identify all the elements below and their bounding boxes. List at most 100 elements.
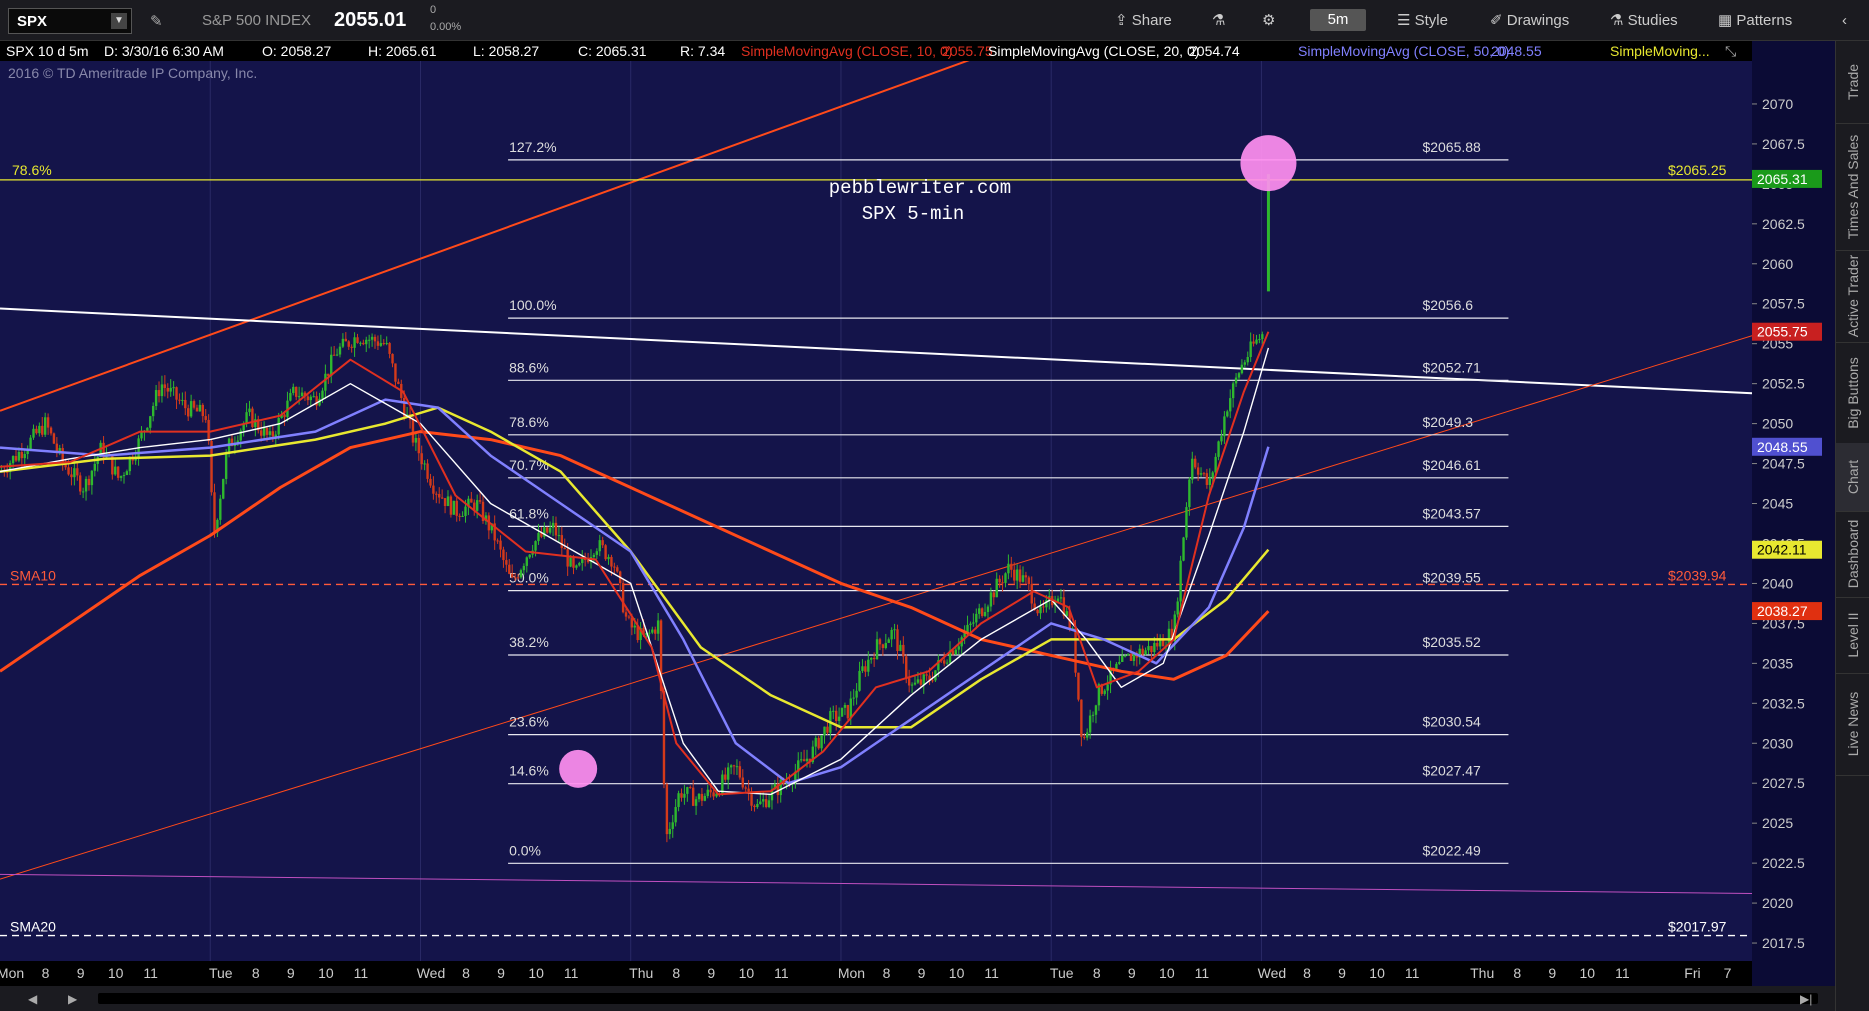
candle-body [890, 629, 893, 640]
x-tick-label: 9 [287, 965, 295, 981]
candle-body [449, 496, 453, 515]
patterns-button[interactable]: ▦ Patterns [1718, 9, 1792, 33]
scroll-thumb[interactable] [98, 993, 1818, 1004]
candle-body [896, 629, 899, 651]
expand-icon[interactable]: ⤡ [1725, 43, 1736, 60]
candle-body [508, 564, 511, 574]
candle-body [887, 639, 890, 643]
candle-body [1240, 364, 1244, 374]
symbol-text: SPX [17, 13, 48, 30]
candle-body [654, 629, 657, 634]
scroll-left-icon[interactable]: ◀ [28, 992, 42, 1006]
candle-body [1086, 732, 1089, 738]
candle-body [1036, 609, 1039, 614]
candle-body [321, 390, 324, 399]
candle-body [1018, 569, 1022, 582]
candle-body [656, 620, 660, 634]
candle-body [762, 799, 765, 802]
pencil-icon[interactable]: ✎ [150, 12, 163, 30]
candle-body [1194, 458, 1197, 468]
plot-background [0, 61, 1752, 986]
sidebar-tab-level-ii[interactable]: Level II [1836, 597, 1869, 674]
y-tick-label: 2032.5 [1762, 695, 1805, 711]
x-tick-label: 10 [1159, 965, 1175, 981]
candle-body [942, 660, 946, 664]
sidebar-tab-dashboard[interactable]: Dashboard [1836, 511, 1869, 598]
info-sma10: SimpleMovingAvg (CLOSE, 10, 0) [741, 43, 953, 59]
sidebar-tab-trade[interactable]: Trade [1836, 41, 1869, 124]
y-tick-label: 2052.5 [1762, 376, 1805, 392]
candle-body [884, 642, 888, 649]
candle-body [671, 822, 674, 829]
symbol-description: S&P 500 INDEX [202, 12, 311, 29]
candle-body [446, 496, 450, 507]
candle-body [1004, 573, 1007, 583]
studies-button[interactable]: ⚗ Studies [1610, 9, 1678, 33]
candle-body [604, 545, 607, 560]
candle-body [149, 416, 152, 428]
candle-body [1231, 383, 1235, 399]
candle-body [1077, 672, 1080, 700]
flask-icon[interactable]: ⚗ [1212, 9, 1225, 33]
candle-body [1123, 655, 1127, 657]
candle-body [1141, 648, 1144, 655]
share-button[interactable]: ⇪ Share [1115, 9, 1172, 33]
collapse-icon[interactable]: ‹ [1842, 9, 1847, 33]
candle-body [14, 456, 18, 461]
candle-body [146, 427, 149, 431]
candle-body [1220, 436, 1223, 442]
style-button[interactable]: ☰ Style [1397, 9, 1448, 33]
gear-icon[interactable]: ⚙ [1262, 9, 1275, 33]
timeframe-selector[interactable]: 5m [1310, 9, 1366, 31]
candle-body [846, 704, 850, 719]
candle-body [554, 522, 558, 536]
candle-body [834, 710, 838, 722]
candle-body [537, 533, 540, 542]
candle-body [706, 789, 709, 796]
candle-body [41, 425, 44, 435]
candle-body [546, 527, 549, 533]
candle-body [192, 401, 196, 408]
fib-price-label: $2046.61 [1422, 457, 1481, 473]
symbol-input[interactable]: SPX ▼ [8, 8, 132, 34]
candle-body [1234, 377, 1238, 384]
scroll-right-icon[interactable]: ▶ [68, 992, 82, 1006]
candle-body [245, 412, 248, 424]
candle-body [289, 393, 292, 401]
sidebar-tab-chart[interactable]: Chart [1836, 443, 1869, 512]
candle-body [595, 551, 599, 555]
x-tick-label: 11 [354, 965, 369, 981]
candle-body [17, 452, 21, 461]
candle-body [1015, 569, 1019, 581]
sidebar-tab-active-trader[interactable]: Active Trader [1836, 250, 1869, 343]
candle-body [820, 735, 823, 749]
horizontal-scrollbar[interactable]: ◀ ▶ ▶| [0, 986, 1835, 1011]
candle-body [986, 606, 990, 612]
candle-body [505, 560, 508, 565]
x-tick-label: 8 [672, 965, 680, 981]
candle-body [443, 498, 447, 507]
chevron-down-icon[interactable]: ▼ [111, 13, 127, 29]
drawings-button[interactable]: ✐ Drawings [1490, 9, 1569, 33]
candle-body [680, 793, 683, 798]
candle-body [350, 346, 353, 348]
candle-body [1039, 606, 1042, 614]
candle-body [534, 541, 537, 551]
x-tick-label: 7 [1724, 965, 1732, 981]
reference-label: SMA20 [10, 919, 56, 935]
candle-body [668, 828, 672, 835]
candle-body [525, 557, 528, 566]
candle-body [726, 767, 730, 780]
x-tick-label: Wed [1258, 965, 1287, 981]
candle-body [767, 800, 771, 808]
candle-body [1091, 714, 1095, 716]
candle-body [799, 759, 803, 761]
sidebar-tab-live-news[interactable]: Live News [1836, 673, 1869, 776]
candle-body [411, 419, 415, 443]
price-chart[interactable]: 127.2% $2065.88100.0% $2056.688.6% $2052.71… [0, 61, 1835, 986]
x-tick-label: 10 [1369, 965, 1385, 981]
sidebar-tab-times-and-sales[interactable]: Times And Sales [1836, 123, 1869, 251]
scroll-end-icon[interactable]: ▶| [1800, 992, 1814, 1006]
sidebar-tab-big-buttons[interactable]: Big Buttons [1836, 342, 1869, 444]
candle-body [910, 684, 914, 686]
